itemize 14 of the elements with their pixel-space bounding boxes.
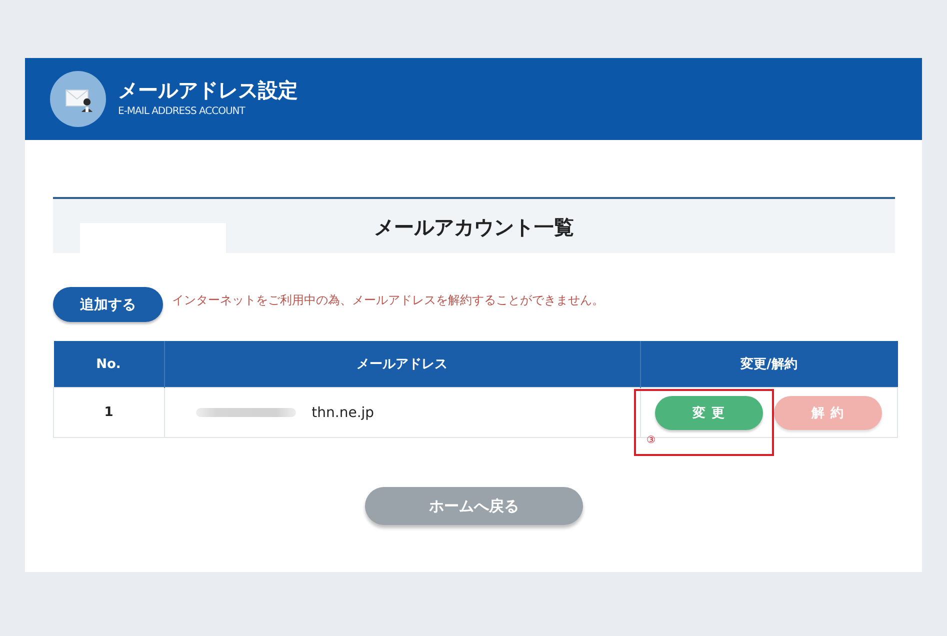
notice-text: インターネットをご利用中の為、メールアドレスを解約することができません。 xyxy=(172,292,604,309)
page-subtitle: E-MAIL ADDRESS ACCOUNT xyxy=(118,104,246,118)
column-header: 変更/解約 xyxy=(640,341,898,388)
change-button[interactable]: 変更 xyxy=(654,396,762,430)
annotation-number: ③ xyxy=(646,435,656,447)
add-button[interactable]: 追加する xyxy=(53,287,163,322)
home-button[interactable]: ホームへ戻る xyxy=(365,487,583,525)
table-cell: 1 xyxy=(54,388,164,438)
column-header: No. xyxy=(54,341,164,388)
mail-user-icon xyxy=(50,71,106,127)
email-text: thn.ne.jp xyxy=(312,404,374,420)
page-title: メールアドレス設定 xyxy=(118,76,298,102)
column-header: メールアドレス xyxy=(164,341,640,388)
section-title: メールアカウント一覧 xyxy=(374,214,574,240)
